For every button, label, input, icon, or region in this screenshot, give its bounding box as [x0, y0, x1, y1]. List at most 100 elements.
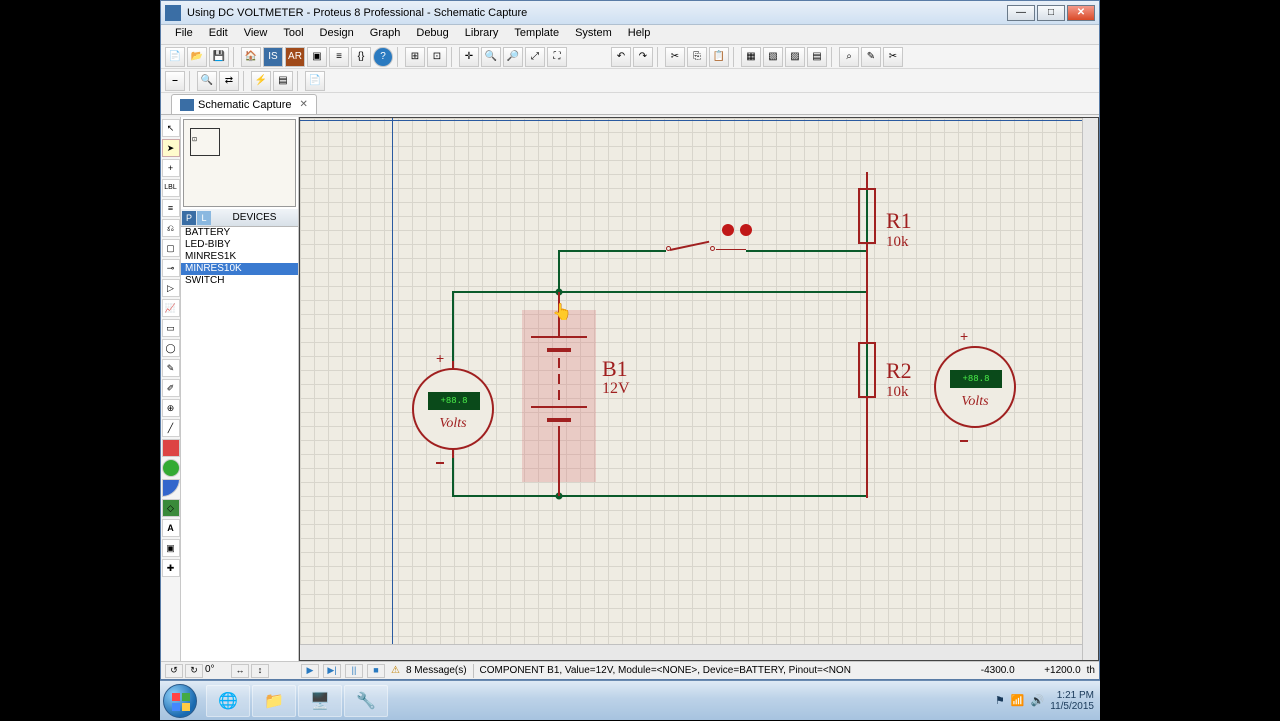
component-mode-icon[interactable]: ➤	[162, 139, 180, 157]
line-icon[interactable]: ╱	[162, 419, 180, 437]
new-file-icon[interactable]: 📄	[165, 47, 185, 67]
maximize-button[interactable]: □	[1037, 5, 1065, 21]
help-icon[interactable]: ?	[373, 47, 393, 67]
tape-icon[interactable]: ▭	[162, 319, 180, 337]
menu-template[interactable]: Template	[506, 25, 567, 44]
tray-sound-icon[interactable]: 🔊	[1031, 694, 1045, 707]
voltmeter-left[interactable]: +88.8 Volts	[412, 368, 494, 450]
path-icon[interactable]: ◇	[162, 499, 180, 517]
play-icon[interactable]: ▶	[301, 664, 319, 678]
decompose-icon[interactable]: ✂	[883, 47, 903, 67]
report-icon[interactable]: 📄	[305, 71, 325, 91]
close-button[interactable]: ✕	[1067, 5, 1095, 21]
search-icon[interactable]: 🔍	[197, 71, 217, 91]
stop-icon[interactable]: ■	[367, 664, 385, 678]
menu-design[interactable]: Design	[312, 25, 362, 44]
copy-icon[interactable]: ⎘	[687, 47, 707, 67]
make-icon[interactable]: ✎	[861, 47, 881, 67]
voltmeter-right[interactable]: +88.8 Volts	[934, 346, 1016, 428]
instrument-icon[interactable]: ⊕	[162, 399, 180, 417]
arc-icon[interactable]	[162, 479, 180, 497]
graph-icon[interactable]: 📈	[162, 299, 180, 317]
schematic-canvas[interactable]: B1 12V +88.8 Volts +	[299, 117, 1099, 661]
menu-library[interactable]: Library	[457, 25, 507, 44]
bus-icon[interactable]: ⎌	[162, 219, 180, 237]
zoom-in-icon[interactable]: 🔍	[481, 47, 501, 67]
marker-icon[interactable]: ✚	[162, 559, 180, 577]
scrollbar-vertical[interactable]	[1082, 118, 1098, 660]
device-switch[interactable]: SWITCH	[181, 275, 298, 287]
undo-icon[interactable]: ↶	[611, 47, 631, 67]
redo-icon[interactable]: ↷	[633, 47, 653, 67]
zoom-area-icon[interactable]: ⛶	[547, 47, 567, 67]
menu-edit[interactable]: Edit	[201, 25, 236, 44]
pick-icon[interactable]: ⌕	[839, 47, 859, 67]
3d-icon[interactable]: ▣	[307, 47, 327, 67]
paste-icon[interactable]: 📋	[709, 47, 729, 67]
grid-icon[interactable]: ⊞	[405, 47, 425, 67]
pick-parts-icon[interactable]: P	[182, 211, 196, 225]
zoom-out-icon[interactable]: 🔎	[503, 47, 523, 67]
home-icon[interactable]: 🏠	[241, 47, 261, 67]
menu-debug[interactable]: Debug	[408, 25, 456, 44]
zoom-all-icon[interactable]: ⤢	[525, 47, 545, 67]
scrollbar-horizontal[interactable]	[300, 644, 1082, 660]
probe-v-icon[interactable]: ✎	[162, 359, 180, 377]
device-list[interactable]: BATTERY LED-BIBY MINRES1K MINRES10K SWIT…	[181, 227, 298, 661]
overview-minimap[interactable]: ⊡	[183, 119, 296, 207]
cut-icon[interactable]: ✂	[665, 47, 685, 67]
subcircuit-icon[interactable]: ▢	[162, 239, 180, 257]
menu-view[interactable]: View	[236, 25, 276, 44]
device-pin-icon[interactable]: ▷	[162, 279, 180, 297]
taskbar-explorer-icon[interactable]: 📁	[252, 685, 296, 717]
taskbar-ie-icon[interactable]: 🌐	[206, 685, 250, 717]
taskbar-app1-icon[interactable]: 🖥️	[298, 685, 342, 717]
origin-icon[interactable]: ✛	[459, 47, 479, 67]
rotate-ccw-icon[interactable]: ↺	[165, 664, 183, 678]
system-tray[interactable]: ⚑ 📶 🔊 1:21 PM 11/5/2015	[995, 690, 1100, 712]
start-button[interactable]	[160, 681, 200, 721]
label-icon[interactable]: LBL	[162, 179, 180, 197]
isis-icon[interactable]: IS	[263, 47, 283, 67]
menu-file[interactable]: File	[167, 25, 201, 44]
circle-icon[interactable]	[162, 459, 180, 477]
tray-network-icon[interactable]: 📶	[1011, 694, 1025, 707]
menu-help[interactable]: Help	[620, 25, 659, 44]
symbol-icon[interactable]: ▣	[162, 539, 180, 557]
rotate-cw-icon[interactable]: ↻	[185, 664, 203, 678]
messages-count[interactable]: 8 Message(s)	[406, 665, 467, 676]
generator-icon[interactable]: ◯	[162, 339, 180, 357]
save-icon[interactable]: 💾	[209, 47, 229, 67]
device-minres10k[interactable]: MINRES10K	[181, 263, 298, 275]
snap-icon[interactable]: ⊡	[427, 47, 447, 67]
minimize-button[interactable]: —	[1007, 5, 1035, 21]
text-icon[interactable]: A	[162, 519, 180, 537]
netlist-icon[interactable]: ▤	[273, 71, 293, 91]
probe-i-icon[interactable]: ✐	[162, 379, 180, 397]
block-rotate-icon[interactable]: ▨	[785, 47, 805, 67]
code-icon[interactable]: {}	[351, 47, 371, 67]
replace-icon[interactable]: ⇄	[219, 71, 239, 91]
tray-flag-icon[interactable]: ⚑	[995, 694, 1005, 707]
selection-mode-icon[interactable]: ↖	[162, 119, 180, 137]
block-move-icon[interactable]: ▧	[763, 47, 783, 67]
tab-close-icon[interactable]: ✕	[300, 99, 308, 110]
block-delete-icon[interactable]: ▤	[807, 47, 827, 67]
wire-icon[interactable]: ⎯	[165, 71, 185, 91]
device-battery[interactable]: BATTERY	[181, 227, 298, 239]
terminal-icon[interactable]: ⊸	[162, 259, 180, 277]
pause-icon[interactable]: ||	[345, 664, 363, 678]
open-icon[interactable]: 📂	[187, 47, 207, 67]
menu-tool[interactable]: Tool	[275, 25, 311, 44]
text-script-icon[interactable]: ≡	[162, 199, 180, 217]
flip-h-icon[interactable]: ↔	[231, 664, 249, 678]
device-led[interactable]: LED-BIBY	[181, 239, 298, 251]
block-copy-icon[interactable]: ▦	[741, 47, 761, 67]
erc-icon[interactable]: ⚡	[251, 71, 271, 91]
menu-system[interactable]: System	[567, 25, 620, 44]
ares-icon[interactable]: AR	[285, 47, 305, 67]
step-icon[interactable]: ▶|	[323, 664, 341, 678]
tray-clock[interactable]: 1:21 PM 11/5/2015	[1050, 690, 1094, 712]
device-minres1k[interactable]: MINRES1K	[181, 251, 298, 263]
menu-graph[interactable]: Graph	[362, 25, 409, 44]
